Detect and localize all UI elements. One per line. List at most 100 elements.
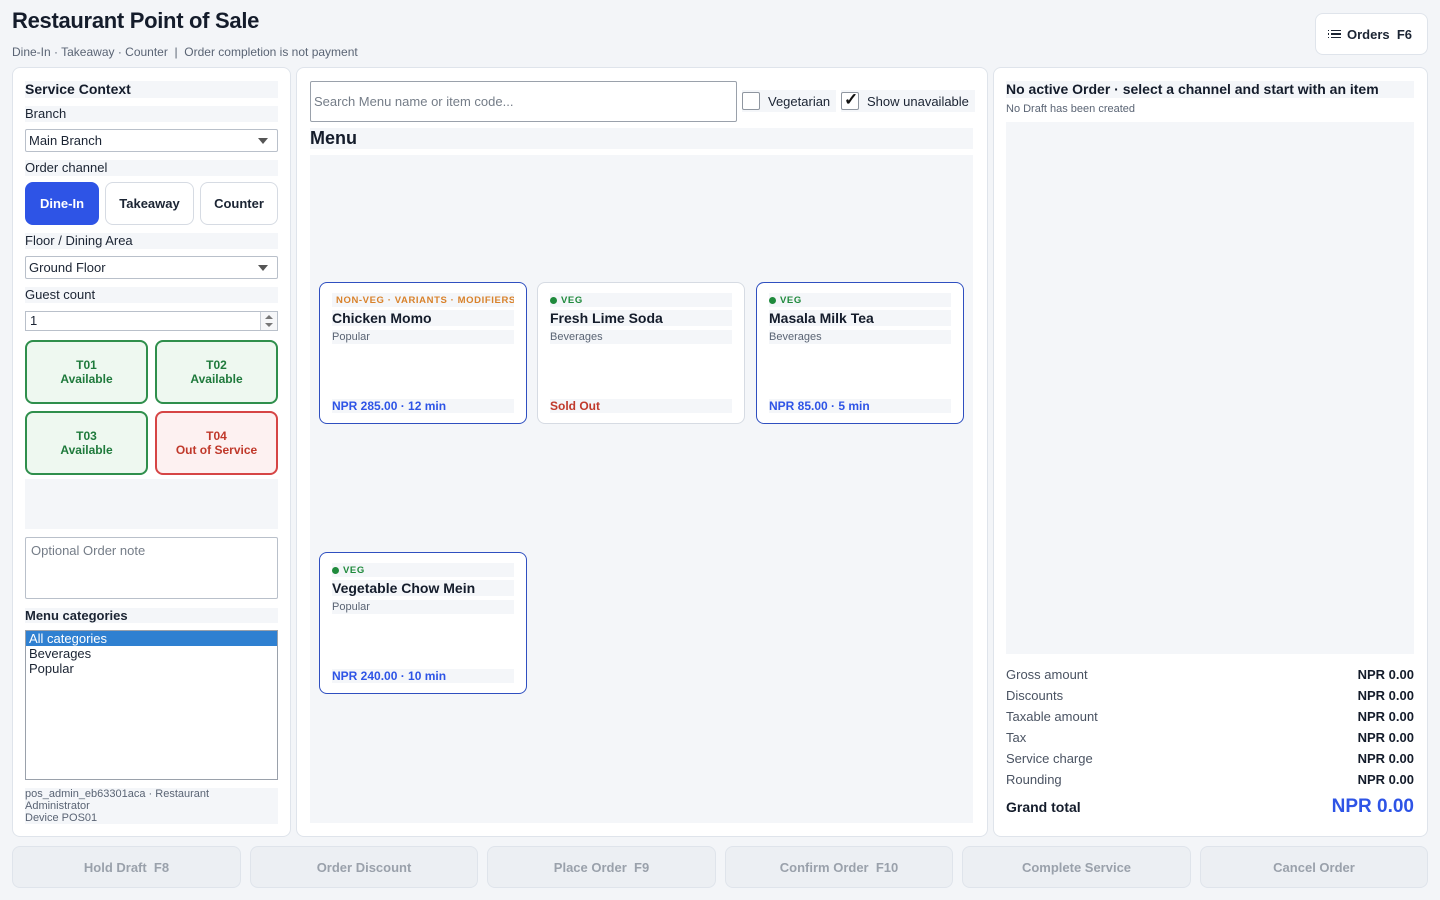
totals-value: NPR 0.00 — [1357, 667, 1414, 682]
item-name: Chicken Momo — [332, 310, 514, 326]
item-price: NPR 285.00 · 12 min — [332, 399, 514, 413]
item-name: Vegetable Chow Mein — [332, 580, 514, 596]
table-t02[interactable]: T02 Available — [155, 340, 278, 404]
item-category: Popular — [332, 330, 514, 344]
guest-count-stepper[interactable]: 1 — [25, 311, 278, 331]
item-name: Fresh Lime Soda — [550, 310, 732, 326]
show-unavailable-checkbox[interactable] — [841, 90, 859, 110]
grand-total-label: Grand total — [1006, 799, 1081, 815]
menu-title: Menu — [310, 128, 973, 149]
place-order-button[interactable]: Place Order F9 — [487, 846, 716, 888]
table-id: T04 — [206, 429, 227, 443]
stepper-arrows-icon[interactable] — [260, 312, 277, 330]
table-status: Available — [60, 372, 113, 386]
totals-value: NPR 0.00 — [1357, 730, 1414, 745]
item-category: Popular — [332, 600, 514, 614]
table-status: Out of Service — [175, 443, 258, 457]
order-note-input[interactable]: Optional Order note — [25, 537, 278, 599]
menu-item-card[interactable]: VEG Vegetable Chow Mein Popular NPR 240.… — [319, 552, 527, 694]
table-status: Available — [60, 443, 113, 457]
menu-item-card[interactable]: NON-VEG · VARIANTS · MODIFIERS Chicken M… — [319, 282, 527, 424]
table-t01[interactable]: T01 Available — [25, 340, 148, 404]
veg-dot-icon — [769, 296, 776, 304]
guest-count-label: Guest count — [25, 287, 278, 303]
cancel-order-button[interactable]: Cancel Order — [1200, 846, 1428, 888]
totals-row: Rounding NPR 0.00 — [1006, 772, 1414, 788]
totals-label: Taxable amount — [1006, 709, 1098, 724]
item-tag-text: NON-VEG · VARIANTS · MODIFIERS — [336, 294, 514, 306]
branch-label: Branch — [25, 106, 278, 122]
confirm-order-button[interactable]: Confirm Order F10 — [725, 846, 953, 888]
floor-label: Floor / Dining Area — [25, 233, 278, 249]
channel-takeaway-button[interactable]: Takeaway — [105, 182, 194, 225]
list-icon — [1327, 29, 1341, 39]
branch-select[interactable]: Main Branch — [25, 129, 278, 152]
page-title: Restaurant Point of Sale — [12, 8, 260, 33]
menu-search-input[interactable]: Search Menu name or item code... — [310, 81, 737, 122]
order-lines-area — [1006, 122, 1414, 654]
item-tags: VEG — [769, 293, 951, 307]
totals-value: NPR 0.00 — [1357, 772, 1414, 787]
menu-categories-list[interactable]: All categories Beverages Popular — [25, 630, 278, 780]
vegetarian-label: Vegetarian — [768, 93, 831, 109]
order-channel-label: Order channel — [25, 160, 278, 176]
item-tag-text: VEG — [780, 294, 802, 306]
totals-label: Tax — [1006, 730, 1027, 745]
channel-counter-button[interactable]: Counter — [200, 182, 278, 225]
table-t04[interactable]: T04 Out of Service — [155, 411, 278, 475]
orders-button[interactable]: Orders F6 — [1315, 13, 1428, 55]
item-category: Beverages — [550, 330, 732, 344]
category-option[interactable]: Popular — [26, 661, 277, 676]
user-info-line: pos_admin_eb63301aca · Restaurant — [25, 788, 210, 800]
item-sold-out-status: Sold Out — [550, 399, 732, 413]
item-name: Masala Milk Tea — [769, 310, 951, 326]
table-id: T02 — [206, 358, 227, 372]
item-tags: VEG — [550, 293, 732, 307]
menu-item-card[interactable]: VEG Fresh Lime Soda Beverages Sold Out — [537, 282, 745, 424]
category-option[interactable]: Beverages — [26, 646, 277, 661]
channel-dine-in-button[interactable]: Dine-In — [25, 182, 99, 225]
show-unavailable-label: Show unavailable — [867, 93, 969, 109]
item-tags: NON-VEG · VARIANTS · MODIFIERS — [332, 293, 514, 307]
service-context-title: Service Context — [25, 81, 278, 98]
tables-spacer — [25, 479, 278, 529]
category-option[interactable]: All categories — [26, 631, 277, 646]
menu-item-card[interactable]: VEG Masala Milk Tea Beverages NPR 85.00 … — [756, 282, 964, 424]
device-info: Device POS01 — [25, 812, 98, 824]
totals-label: Gross amount — [1006, 667, 1088, 682]
item-price: NPR 85.00 · 5 min — [769, 399, 951, 413]
item-price: NPR 240.00 · 10 min — [332, 669, 514, 683]
hold-draft-button[interactable]: Hold Draft F8 — [12, 846, 241, 888]
vegetarian-checkbox[interactable] — [742, 92, 760, 110]
order-discount-button[interactable]: Order Discount — [250, 846, 478, 888]
totals-row: Taxable amount NPR 0.00 — [1006, 709, 1414, 725]
user-info-line: Administrator — [25, 800, 90, 812]
vegetarian-filter[interactable]: Vegetarian — [742, 90, 837, 112]
order-status-subtitle: No Draft has been created — [1006, 103, 1136, 115]
chevron-down-icon — [258, 265, 268, 271]
show-unavailable-filter[interactable]: Show unavailable — [841, 90, 975, 112]
floor-select[interactable]: Ground Floor — [25, 256, 278, 279]
totals-label: Discounts — [1006, 688, 1064, 703]
totals-row: Tax NPR 0.00 — [1006, 730, 1414, 746]
floor-select-value: Ground Floor — [29, 260, 106, 275]
orders-button-label: Orders F6 — [1346, 26, 1413, 42]
veg-dot-icon — [332, 566, 339, 574]
order-status-title: No active Order · select a channel and s… — [1006, 81, 1414, 98]
menu-panel: Search Menu name or item code... Vegetar… — [296, 67, 988, 837]
totals-value: NPR 0.00 — [1357, 709, 1414, 724]
totals-label: Service charge — [1006, 751, 1093, 766]
service-context-panel: Service Context Branch Main Branch Order… — [12, 67, 291, 837]
complete-service-button[interactable]: Complete Service — [962, 846, 1191, 888]
totals-label: Rounding — [1006, 772, 1062, 787]
totals-value: NPR 0.00 — [1357, 688, 1414, 703]
totals-row: Gross amount NPR 0.00 — [1006, 667, 1414, 683]
table-t03[interactable]: T03 Available — [25, 411, 148, 475]
guest-count-value: 1 — [30, 313, 38, 328]
chevron-down-icon — [258, 138, 268, 144]
item-tags: VEG — [332, 563, 514, 577]
veg-dot-icon — [550, 296, 557, 304]
item-tag-text: VEG — [561, 294, 583, 306]
totals-value: NPR 0.00 — [1357, 751, 1414, 766]
totals-row: Service charge NPR 0.00 — [1006, 751, 1414, 767]
